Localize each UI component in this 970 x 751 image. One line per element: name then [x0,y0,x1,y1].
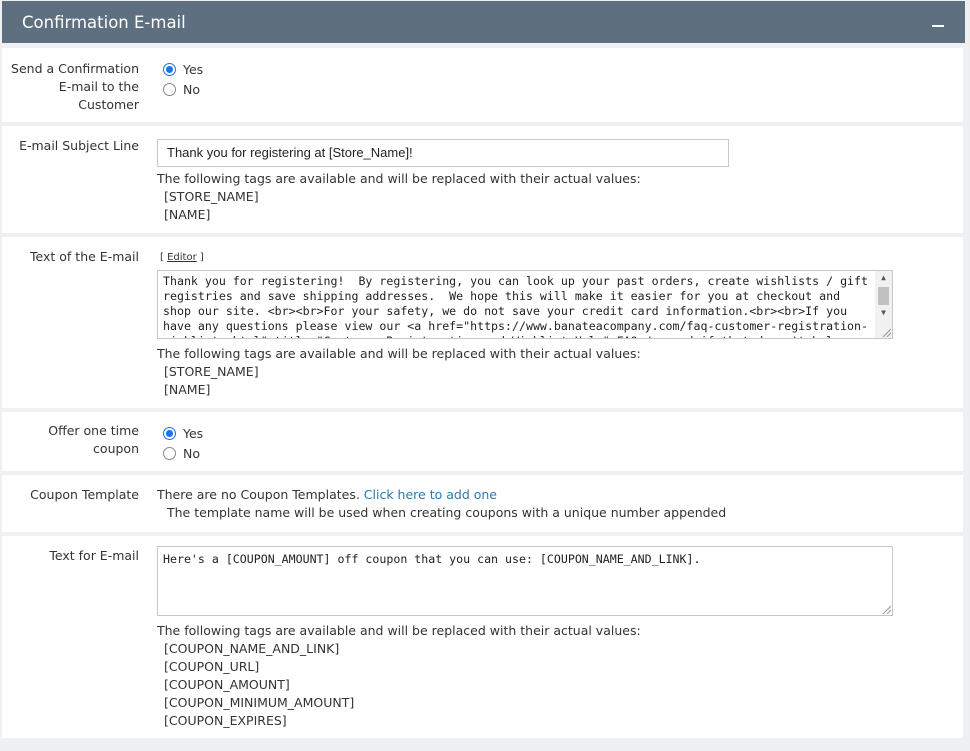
label-line: Offer one time [48,423,139,438]
add-template-link[interactable]: Click here to add one [364,487,497,502]
coupon-option-no[interactable]: No [157,443,203,463]
coupon-radio-yes[interactable] [163,426,176,440]
tag-item: [COUPON_MINIMUM_AMOUNT] [164,695,355,710]
tag-item: [NAME] [164,382,211,397]
coupon-radio-yes-label: Yes [183,425,204,441]
coupon-template-text: There are no Coupon Templates. Click her… [157,486,726,504]
resize-grip-icon[interactable] [881,327,891,337]
coupon-email-textarea[interactable]: Here's a [COUPON_AMOUNT] off coupon that… [157,546,893,616]
editor-link[interactable]: Editor [167,252,197,263]
coupon-email-help: The following tags are available and wil… [157,623,641,638]
radio-yes-label: Yes [183,61,204,77]
offer-coupon-label: Offer one time coupon [2,422,139,458]
tag-item: [NAME] [164,207,211,222]
coupon-radio-no-label: No [183,445,200,461]
scroll-thumb[interactable] [878,287,889,305]
editor-bracket: ] [196,252,204,263]
email-text-textarea[interactable]: Thank you for registering! By registerin… [157,270,893,339]
email-text-label: Text of the E-mail [30,249,139,264]
tag-item: [COUPON_EXPIRES] [164,713,287,728]
tag-item: [STORE_NAME] [164,189,259,204]
tag-item: [STORE_NAME] [164,364,259,379]
label-line: E-mail to the [58,79,139,94]
coupon-template-note: The template name will be used when crea… [167,505,727,520]
no-templates-text: There are no Coupon Templates. [157,487,360,502]
row-email-text: Text of the E-mail [ Editor ] Thank you … [2,237,963,408]
row-offer-coupon: Offer one time coupon Yes No [2,412,963,471]
row-coupon-template: Coupon Template There are no Coupon Temp… [2,475,963,532]
subject-input[interactable]: Thank you for registering at [Store_Name… [157,139,729,167]
row-coupon-email-text: Text for E-mail Here's a [COUPON_AMOUNT]… [2,536,963,738]
row-subject-line: E-mail Subject Line Thank you for regist… [2,126,963,233]
coupon-option-yes[interactable]: Yes [157,423,203,443]
radio-option-yes[interactable]: Yes [157,59,203,79]
panel-header[interactable]: Confirmation E-mail [2,1,965,43]
panel-title: Confirmation E-mail [22,12,186,32]
radio-no[interactable] [163,82,176,96]
radio-option-no[interactable]: No [157,79,203,99]
collapse-icon[interactable] [931,15,945,29]
email-text-value: Thank you for registering! By registerin… [163,274,868,338]
tag-item: [COUPON_URL] [164,659,260,674]
radio-no-label: No [183,81,200,97]
email-text-help: The following tags are available and wil… [157,346,641,361]
tag-item: [COUPON_NAME_AND_LINK] [164,641,340,656]
tag-item: [COUPON_AMOUNT] [164,677,290,692]
scroll-down-icon[interactable]: ▼ [875,306,892,320]
label-line: Customer [78,97,139,112]
subject-help: The following tags are available and wil… [157,171,641,186]
label-line: Send a Confirmation [11,61,139,76]
radio-yes[interactable] [163,62,176,76]
coupon-template-label: Coupon Template [30,487,139,502]
row-send-confirmation: Send a Confirmation E-mail to the Custom… [2,48,963,122]
coupon-radio-no[interactable] [163,446,176,460]
coupon-email-label: Text for E-mail [49,548,139,563]
send-confirmation-label: Send a Confirmation E-mail to the Custom… [2,60,139,114]
subject-label: E-mail Subject Line [19,138,139,153]
label-line: coupon [93,441,139,456]
scroll-up-icon[interactable]: ▲ [875,271,892,285]
coupon-email-value: Here's a [COUPON_AMOUNT] off coupon that… [163,552,701,566]
editor-toggle: [ Editor ] [157,251,893,265]
resize-grip-icon[interactable] [881,604,891,614]
